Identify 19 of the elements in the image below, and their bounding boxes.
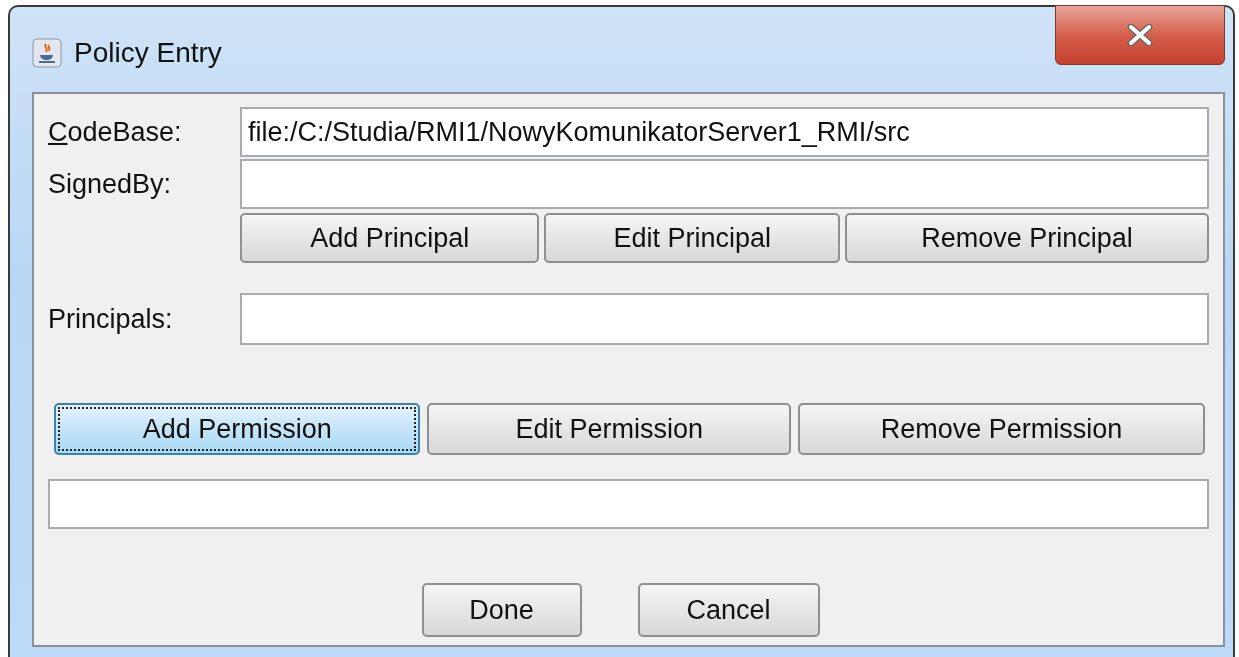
principal-button[interactable]: Edit Principal	[544, 213, 840, 263]
principals-list[interactable]	[240, 293, 1209, 345]
permission-button[interactable]: Add Permission	[54, 403, 421, 455]
principal-button[interactable]: Remove Principal	[845, 213, 1209, 263]
text-field[interactable]: file:/C:/Studia/RMI1/NowyKomunikatorServer1_RMI/src	[240, 107, 1209, 157]
field-label: Principals:	[48, 303, 174, 335]
window-title: Policy Entry	[74, 36, 222, 69]
field-label: CodeBase:	[48, 116, 183, 148]
dialog-button[interactable]: Done	[421, 583, 582, 637]
permission-button[interactable]: Remove Permission	[798, 403, 1205, 455]
permission-button[interactable]: Edit Permission	[427, 403, 792, 455]
text-field[interactable]	[240, 159, 1209, 209]
field-label: SignedBy:	[48, 168, 173, 200]
dialog-button[interactable]: Cancel	[637, 583, 820, 637]
permissions-list[interactable]	[48, 479, 1209, 529]
principal-button[interactable]: Add Principal	[240, 213, 540, 263]
coffee-cup-icon	[32, 37, 62, 68]
close-button[interactable]	[1055, 5, 1225, 65]
close-icon	[1125, 24, 1155, 46]
